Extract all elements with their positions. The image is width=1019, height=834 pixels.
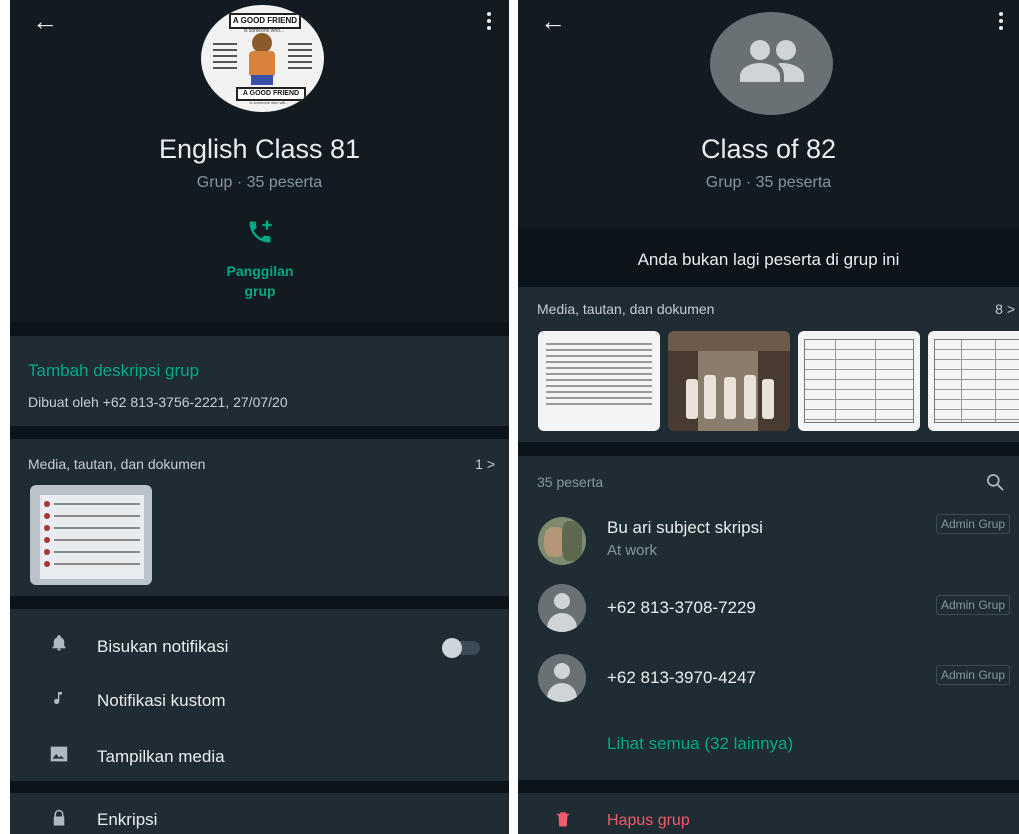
delete-group-row[interactable]: Hapus grup bbox=[518, 793, 1019, 834]
music-note-icon bbox=[54, 692, 62, 705]
delete-group-label: Hapus grup bbox=[607, 812, 690, 829]
divider bbox=[10, 426, 509, 439]
show-media-label: Tampilkan media bbox=[97, 747, 225, 766]
group-avatar[interactable]: A GOOD FRIEND is someone who... A GOOD F… bbox=[201, 5, 324, 112]
participant-name: +62 813-3708-7229 bbox=[607, 598, 756, 617]
group-info-panel-class-of-82: ← Class of 82 Grup · 35 peserta Anda buk… bbox=[518, 0, 1019, 834]
participant-row[interactable]: +62 813-3708-7229 Admin Grup bbox=[518, 578, 1019, 638]
divider bbox=[10, 596, 509, 609]
media-section-title: Media, tautan, dan dokumen bbox=[537, 301, 715, 317]
media-thumbnail[interactable] bbox=[30, 485, 152, 585]
group-people-icon bbox=[740, 40, 804, 82]
lock-icon bbox=[53, 809, 65, 826]
participant-name: +62 813-3970-4247 bbox=[607, 668, 756, 687]
media-thumbnail-table[interactable] bbox=[798, 331, 920, 431]
avatar-girl-body bbox=[249, 51, 275, 77]
avatar-left-notes bbox=[213, 39, 237, 85]
avatar-right-notes bbox=[288, 39, 312, 85]
created-by-text: Dibuat oleh +62 813-3756-2221, 27/07/20 bbox=[28, 394, 288, 410]
encryption-section[interactable]: Enkripsi bbox=[10, 793, 509, 834]
participants-count: 35 peserta bbox=[537, 474, 604, 490]
admin-badge: Admin Grup bbox=[935, 665, 1010, 685]
image-icon bbox=[50, 746, 68, 762]
back-arrow-icon[interactable]: ← bbox=[540, 8, 566, 34]
group-participant-meta: Grup · 35 peserta bbox=[196, 174, 323, 191]
description-section: Tambah deskripsi grup Dibuat oleh +62 81… bbox=[10, 336, 509, 426]
more-options-icon[interactable] bbox=[998, 12, 1004, 33]
admin-badge: Admin Grup bbox=[935, 595, 1010, 615]
participant-row[interactable]: Bu ari subject skripsi At work Admin Gru… bbox=[518, 504, 1019, 574]
add-description-link[interactable]: Tambah deskripsi grup bbox=[28, 361, 199, 381]
group-avatar-default[interactable] bbox=[710, 12, 833, 115]
media-section-title: Media, tautan, dan dokumen bbox=[28, 456, 206, 472]
settings-section: Bisukan notifikasi Notifikasi kustom Tam… bbox=[10, 609, 509, 781]
group-participant-meta: Grup · 35 peserta bbox=[705, 174, 832, 191]
back-arrow-icon[interactable]: ← bbox=[32, 8, 58, 34]
bell-icon bbox=[52, 635, 66, 651]
phone-add-icon bbox=[249, 220, 272, 243]
avatar-bottom-caption: is someone who will... bbox=[249, 100, 289, 105]
avatar-top-banner: A GOOD FRIEND bbox=[229, 13, 301, 29]
avatar-bottom-banner: A GOOD FRIEND bbox=[236, 87, 306, 101]
search-icon[interactable] bbox=[985, 472, 1005, 492]
mute-toggle[interactable] bbox=[442, 638, 480, 658]
default-avatar-icon bbox=[538, 584, 586, 632]
not-participant-text: Anda bukan lagi peserta di grup ini bbox=[637, 250, 900, 269]
see-all-participants-link[interactable]: Lihat semua (32 lainnya) bbox=[607, 734, 793, 754]
custom-notifications-row[interactable]: Notifikasi kustom bbox=[10, 675, 509, 725]
participant-row[interactable]: +62 813-3970-4247 Admin Grup bbox=[518, 648, 1019, 708]
encryption-label: Enkripsi bbox=[97, 810, 158, 829]
divider bbox=[518, 780, 1019, 793]
show-media-row[interactable]: Tampilkan media bbox=[10, 731, 509, 781]
media-thumbnail-photo[interactable] bbox=[668, 331, 790, 431]
group-name: English Class 81 bbox=[158, 134, 361, 164]
default-avatar-icon bbox=[538, 654, 586, 702]
media-count-link[interactable]: 1 > bbox=[475, 456, 495, 472]
group-call-label-line1: Panggilan bbox=[226, 263, 294, 279]
more-options-icon[interactable] bbox=[486, 12, 492, 33]
group-call-button[interactable]: Panggilan grup bbox=[210, 218, 310, 299]
media-thumbnail-table-2[interactable] bbox=[928, 331, 1019, 431]
mute-notifications-label: Bisukan notifikasi bbox=[97, 637, 229, 656]
mute-notifications-row[interactable]: Bisukan notifikasi bbox=[10, 619, 509, 669]
media-thumbnail-document[interactable] bbox=[538, 331, 660, 431]
group-info-panel-english-class: ← A GOOD FRIEND is someone who... A GOOD… bbox=[10, 0, 509, 834]
divider bbox=[10, 781, 509, 793]
media-count-link[interactable]: 8 > bbox=[995, 301, 1015, 317]
admin-badge: Admin Grup bbox=[935, 514, 1010, 534]
avatar-girl-head bbox=[252, 33, 272, 53]
participants-section: 35 peserta Bu ari subject skripsi At wor… bbox=[518, 456, 1019, 780]
avatar-girl-skirt bbox=[251, 75, 273, 85]
custom-notifications-label: Notifikasi kustom bbox=[97, 691, 226, 710]
media-section: Media, tautan, dan dokumen 1 > bbox=[10, 439, 509, 596]
trash-icon bbox=[557, 812, 569, 827]
participant-status: At work bbox=[607, 542, 658, 559]
divider bbox=[518, 442, 1019, 456]
avatar bbox=[538, 517, 586, 565]
group-call-label-line2: grup bbox=[244, 283, 276, 299]
divider bbox=[10, 322, 509, 336]
participant-name: Bu ari subject skripsi bbox=[607, 518, 763, 537]
group-name: Class of 82 bbox=[700, 134, 837, 164]
